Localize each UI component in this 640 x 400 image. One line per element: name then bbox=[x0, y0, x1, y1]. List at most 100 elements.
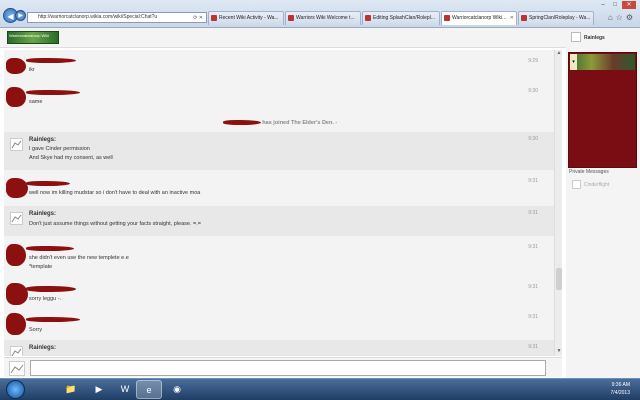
redacted-avatar bbox=[6, 244, 26, 266]
message-text: ikr bbox=[29, 67, 35, 73]
current-user-card[interactable]: Rainlegs bbox=[566, 31, 640, 45]
chat-message: Rainlegs: 9:31 bbox=[4, 340, 556, 356]
wiki-favicon-icon bbox=[444, 15, 450, 21]
redacted-username bbox=[26, 181, 70, 186]
message-text: Sorry bbox=[29, 327, 43, 333]
redacted-username bbox=[26, 317, 80, 322]
private-message-user[interactable]: Cinderflight bbox=[572, 180, 609, 189]
redacted-username bbox=[26, 246, 74, 251]
address-bar[interactable]: http://warriorcatclanorp.wikia.com/wiki/… bbox=[27, 12, 207, 23]
message-time: 9:31 bbox=[528, 284, 538, 290]
scroll-up-icon[interactable]: ▲ bbox=[555, 50, 562, 58]
browser-chrome: ◀ ▶ http://warriorcatclanorp.wikia.com/w… bbox=[0, 0, 640, 28]
message-time: 9:31 bbox=[528, 210, 538, 216]
avatar bbox=[10, 138, 23, 151]
start-button[interactable] bbox=[6, 380, 25, 399]
chat-header: Warriorcatclanorp Wiki bbox=[0, 28, 566, 48]
message-text: I gave Cinder permission bbox=[29, 146, 90, 152]
windows-taskbar: 📁 ▶ W e ◉ 9:36 AM 7/4/2013 bbox=[0, 378, 640, 400]
room-list: ▾ bbox=[568, 52, 637, 168]
home-icon[interactable]: ⌂ bbox=[608, 13, 616, 22]
current-username: Rainlegs bbox=[584, 35, 605, 41]
chat-message: she didn't even use the new templete e.e… bbox=[4, 240, 556, 274]
message-text: well now im killing mudstar so i don't h… bbox=[29, 190, 201, 196]
address-text: http://warriorcatclanorp.wikia.com/wiki/… bbox=[38, 14, 158, 20]
word-icon[interactable]: W bbox=[112, 380, 138, 399]
redacted-avatar bbox=[6, 178, 28, 198]
chat-sidebar: Rainlegs ▾ Private Messages Cinderflight bbox=[566, 28, 640, 378]
wiki-favicon-icon bbox=[211, 15, 217, 21]
wiki-favicon-icon bbox=[521, 15, 527, 21]
message-username[interactable]: Rainlegs: bbox=[29, 137, 56, 143]
message-time: 9:31 bbox=[528, 244, 538, 250]
message-time: 9:29 bbox=[528, 58, 538, 64]
join-notice: has joined The Elder's Den. - bbox=[4, 120, 556, 126]
wiki-logo[interactable]: Warriorcatclanorp Wiki bbox=[7, 31, 59, 44]
chat-input[interactable] bbox=[30, 360, 546, 376]
close-tab-icon[interactable]: ✕ bbox=[510, 12, 514, 24]
message-text: Don't just assume things without getting… bbox=[29, 221, 201, 227]
chat-messages: ikr 9:29 same 9:30 has joined The Elder'… bbox=[4, 50, 562, 356]
chat-message: same 9:30 bbox=[4, 84, 556, 110]
redacted-avatar bbox=[6, 283, 28, 305]
tab-editing-splashclan[interactable]: Editing SplashClan/Rolepl... bbox=[362, 11, 440, 25]
message-time: 9:30 bbox=[528, 88, 538, 94]
redacted-avatar bbox=[6, 58, 26, 74]
clock-date: 7/4/2013 bbox=[610, 390, 630, 396]
redacted-username bbox=[26, 58, 76, 63]
chat-message: ikr 9:29 bbox=[4, 54, 556, 78]
message-username[interactable]: Rainlegs: bbox=[29, 211, 56, 217]
window-controls: – □ ✕ bbox=[598, 1, 636, 9]
tab-springclan[interactable]: SpringClan/Roleplay - Wa... bbox=[518, 11, 594, 25]
avatar bbox=[572, 180, 581, 189]
collapse-arrow-icon[interactable]: ▾ bbox=[570, 54, 577, 70]
toolbar-icons: ⌂☆⚙ bbox=[608, 13, 636, 22]
app-icon[interactable]: ◉ bbox=[164, 380, 190, 399]
redacted-username bbox=[26, 286, 76, 292]
scroll-down-icon[interactable]: ▼ bbox=[555, 348, 562, 356]
system-tray-clock[interactable]: 9:36 AM 7/4/2013 bbox=[611, 381, 630, 397]
tab-recent-activity[interactable]: Recent Wiki Activity - Wa... bbox=[208, 11, 284, 25]
redacted-username bbox=[26, 90, 80, 95]
avatar bbox=[571, 32, 581, 42]
file-explorer-icon[interactable]: 📁 bbox=[58, 380, 84, 399]
refresh-icon[interactable]: ⟳ ✕ bbox=[193, 14, 203, 22]
room-banner[interactable] bbox=[570, 54, 635, 70]
gear-icon[interactable]: ⚙ bbox=[626, 13, 636, 22]
chat-message: well now im killing mudstar so i don't h… bbox=[4, 174, 556, 202]
scroll-thumb[interactable] bbox=[556, 268, 562, 290]
internet-explorer-icon[interactable]: e bbox=[136, 380, 162, 399]
avatar bbox=[10, 346, 23, 356]
chat-message: Rainlegs: I gave Cinder permission And S… bbox=[4, 132, 556, 170]
private-messages-label: Private Messages bbox=[569, 169, 609, 175]
message-time: 9:31 bbox=[528, 314, 538, 320]
chat-message: Rainlegs: Don't just assume things witho… bbox=[4, 206, 556, 236]
chat-input-row bbox=[4, 357, 562, 377]
message-time: 9:31 bbox=[528, 178, 538, 184]
chat-message: Sorry 9:31 bbox=[4, 310, 556, 338]
media-player-icon[interactable]: ▶ bbox=[86, 380, 112, 399]
tab-warriors-wiki[interactable]: Warriors Wiki Welcome t... bbox=[285, 11, 361, 25]
forward-button[interactable]: ▶ bbox=[15, 10, 26, 21]
chat-scrollbar[interactable]: ▲ ▼ bbox=[554, 50, 562, 356]
chat-page: Warriorcatclanorp Wiki ikr 9:29 same 9:3… bbox=[0, 28, 640, 378]
wiki-favicon-icon bbox=[365, 15, 371, 21]
avatar bbox=[10, 212, 23, 225]
message-text: *template bbox=[29, 264, 53, 270]
message-time: 9:31 bbox=[528, 344, 538, 350]
wiki-favicon-icon bbox=[288, 15, 294, 21]
redacted-avatar bbox=[6, 87, 26, 107]
self-avatar bbox=[9, 361, 25, 376]
redacted-avatar bbox=[6, 313, 26, 335]
close-window-button[interactable]: ✕ bbox=[622, 1, 636, 9]
tab-warriorcatclanorp[interactable]: Warriorcatclanorp Wiki... ✕ bbox=[441, 11, 517, 25]
message-text: same bbox=[29, 99, 43, 105]
redacted-username bbox=[222, 120, 261, 126]
maximize-button[interactable]: □ bbox=[610, 1, 620, 9]
minimize-button[interactable]: – bbox=[598, 1, 608, 9]
message-username[interactable]: Rainlegs: bbox=[29, 345, 56, 351]
message-time: 9:30 bbox=[528, 136, 538, 142]
message-text: sorry leggu -. bbox=[29, 296, 62, 302]
star-icon[interactable]: ☆ bbox=[616, 13, 626, 22]
chat-message: sorry leggu -. 9:31 bbox=[4, 280, 556, 308]
